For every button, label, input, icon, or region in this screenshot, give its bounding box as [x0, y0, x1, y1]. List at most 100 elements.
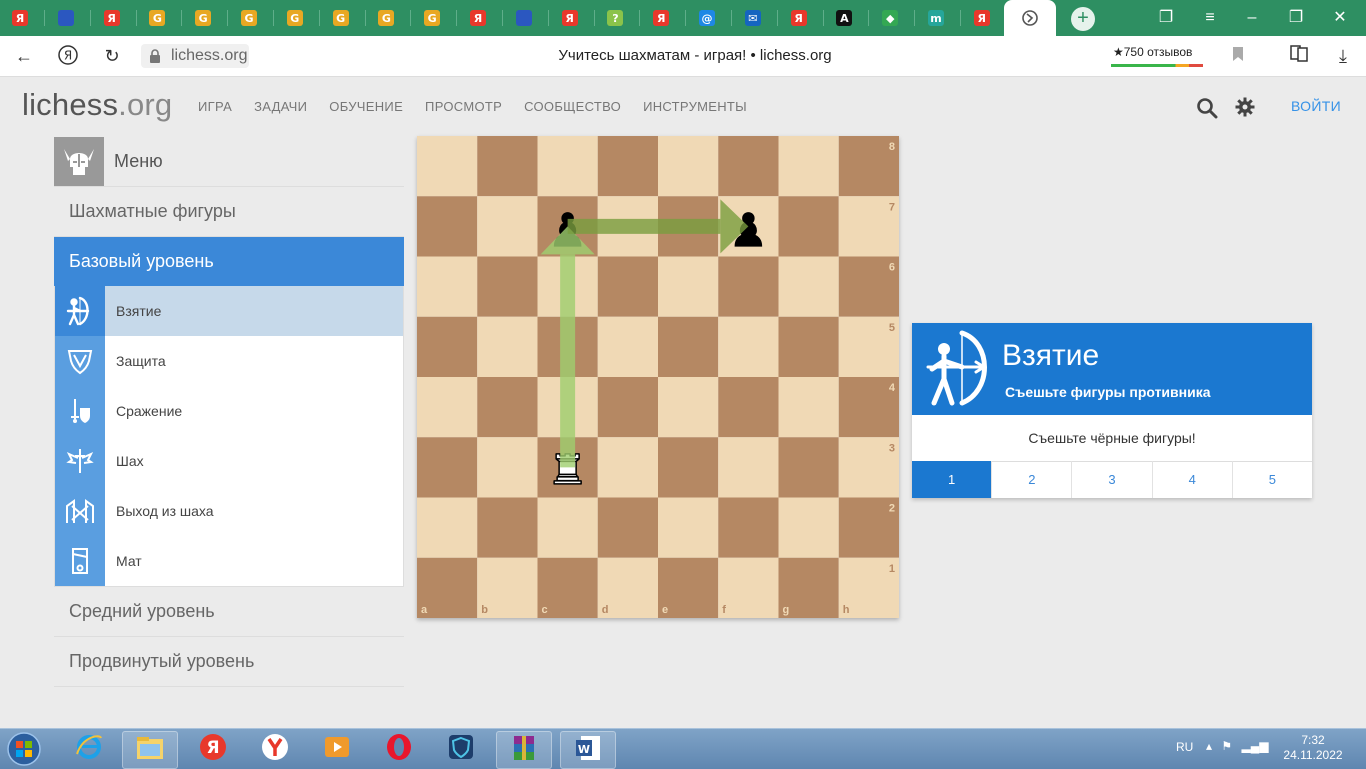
- stage-item-protection[interactable]: Защита: [55, 336, 403, 386]
- board-square: [477, 497, 538, 558]
- nav-community[interactable]: СООБЩЕСТВО: [524, 99, 621, 114]
- nav-puzzles[interactable]: ЗАДАЧИ: [254, 99, 307, 114]
- browser-tab[interactable]: m: [922, 6, 950, 30]
- stage-label: Шах: [116, 453, 144, 469]
- close-icon[interactable]: ✕: [1330, 8, 1350, 28]
- chess-board[interactable]: 8 7 6 5 4 3 2 1 a b c d e f g h: [417, 136, 899, 618]
- reader-icon[interactable]: [1287, 44, 1311, 68]
- taskbar-app[interactable]: [248, 731, 302, 767]
- back-icon[interactable]: ←: [12, 44, 36, 68]
- stage-item-mate[interactable]: Мат: [55, 536, 403, 586]
- rank-label: 6: [889, 262, 895, 274]
- stage-item-combat[interactable]: Сражение: [55, 386, 403, 436]
- tray-expand-icon[interactable]: ▴: [1206, 739, 1212, 753]
- yandex-home-icon[interactable]: Я: [56, 44, 80, 68]
- tab-separator: [868, 10, 870, 26]
- gz-icon: G: [195, 10, 212, 26]
- video-player-icon: [322, 734, 352, 765]
- winrar-icon: [509, 733, 539, 768]
- taskbar-app[interactable]: [122, 731, 178, 769]
- collections-icon[interactable]: ❐: [1156, 8, 1176, 28]
- stage-item-check[interactable]: Шах: [55, 436, 403, 486]
- restore-icon[interactable]: ❐: [1286, 8, 1306, 28]
- minimize-icon[interactable]: –: [1242, 8, 1262, 28]
- browser-tab[interactable]: G: [327, 6, 355, 30]
- reload-icon[interactable]: ↻: [100, 44, 124, 68]
- taskbar-app[interactable]: [310, 731, 364, 767]
- board-square: [778, 377, 839, 438]
- clock-date: 24.11.2022: [1283, 748, 1343, 762]
- nav-play[interactable]: ИГРА: [198, 99, 232, 114]
- browser-tab[interactable]: Я: [6, 6, 34, 30]
- category-advanced[interactable]: Продвинутый уровень: [54, 637, 404, 687]
- category-basic[interactable]: Базовый уровень: [54, 237, 404, 286]
- browser-tab[interactable]: G: [418, 6, 446, 30]
- level-button-2[interactable]: 2: [992, 461, 1073, 498]
- level-button-5[interactable]: 5: [1233, 461, 1312, 498]
- browser-tab[interactable]: [510, 6, 538, 30]
- site-logo[interactable]: lichess.org: [22, 87, 172, 123]
- download-icon[interactable]: ⤓: [1331, 44, 1355, 68]
- language-indicator[interactable]: RU: [1176, 740, 1193, 754]
- category-intermediate[interactable]: Средний уровень: [54, 587, 404, 637]
- url-field[interactable]: lichess.org: [141, 44, 249, 68]
- taskbar-app[interactable]: [434, 731, 488, 767]
- taskbar-app[interactable]: W: [560, 731, 616, 769]
- browser-tab[interactable]: ✉: [739, 6, 767, 30]
- reviews-badge[interactable]: ★750 отзывов: [1111, 44, 1203, 68]
- browser-tab[interactable]: Я: [785, 6, 813, 30]
- browser-tab[interactable]: Я: [556, 6, 584, 30]
- menu-header[interactable]: Меню: [54, 137, 404, 187]
- tab-lichess-active[interactable]: [1004, 0, 1056, 36]
- browser-tab[interactable]: G: [281, 6, 309, 30]
- level-button-4[interactable]: 4: [1153, 461, 1233, 498]
- stage-item-capture[interactable]: Взятие: [55, 286, 403, 336]
- bookmark-icon[interactable]: [1226, 44, 1250, 68]
- board-square: [778, 437, 839, 498]
- browser-tab[interactable]: Я: [647, 6, 675, 30]
- browser-tab[interactable]: Я: [98, 6, 126, 30]
- tab-separator: [822, 10, 824, 26]
- rank-label: 5: [889, 322, 895, 334]
- stage-item-out-of-check[interactable]: Выход из шаха: [55, 486, 403, 536]
- nav-learn[interactable]: ОБУЧЕНИЕ: [329, 99, 403, 114]
- file-label: f: [722, 604, 726, 616]
- browser-tab[interactable]: @: [693, 6, 721, 30]
- tab-separator: [593, 10, 595, 26]
- browser-tab[interactable]: ?: [601, 6, 629, 30]
- category-chess-pieces[interactable]: Шахматные фигуры: [54, 187, 404, 237]
- browser-tab[interactable]: G: [235, 6, 263, 30]
- flag-icon[interactable]: ⚑: [1221, 739, 1232, 753]
- menu-icon[interactable]: ≡: [1200, 8, 1220, 28]
- browser-tab[interactable]: [52, 6, 80, 30]
- clock[interactable]: 7:32 24.11.2022: [1278, 733, 1348, 763]
- taskbar-app[interactable]: [496, 731, 552, 769]
- new-tab-button[interactable]: +: [1071, 7, 1095, 31]
- level-button-3[interactable]: 3: [1072, 461, 1153, 498]
- board-square: [417, 377, 478, 438]
- page-title: Учитесь шахматам - играя! • lichess.org: [558, 47, 832, 64]
- login-button[interactable]: ВОЙТИ: [1291, 98, 1341, 114]
- nav-watch[interactable]: ПРОСМОТР: [425, 99, 502, 114]
- taskbar-app[interactable]: [62, 731, 116, 767]
- taskbar-app[interactable]: Я: [186, 731, 240, 767]
- gear-icon[interactable]: [1235, 97, 1255, 117]
- browser-tab[interactable]: ◆: [876, 6, 904, 30]
- browser-tab[interactable]: Я: [968, 6, 996, 30]
- browser-tab[interactable]: G: [372, 6, 400, 30]
- at-icon: @: [699, 10, 715, 26]
- address-bar: ← Я ↻ lichess.org Учитесь шахматам - игр…: [0, 36, 1366, 77]
- nav-tools[interactable]: ИНСТРУМЕНТЫ: [643, 99, 747, 114]
- shield-icon: [55, 336, 105, 386]
- tab-separator: [227, 10, 229, 26]
- start-button[interactable]: [4, 731, 44, 767]
- browser-tab[interactable]: Я: [464, 6, 492, 30]
- board-square: [597, 136, 658, 197]
- taskbar-app[interactable]: [372, 731, 426, 767]
- browser-tab[interactable]: A: [830, 6, 858, 30]
- browser-tab[interactable]: G: [143, 6, 171, 30]
- search-icon[interactable]: [1196, 97, 1218, 119]
- signal-icon[interactable]: ▂▄▆: [1241, 739, 1268, 753]
- level-button-1[interactable]: 1: [912, 461, 993, 498]
- browser-tab[interactable]: G: [189, 6, 217, 30]
